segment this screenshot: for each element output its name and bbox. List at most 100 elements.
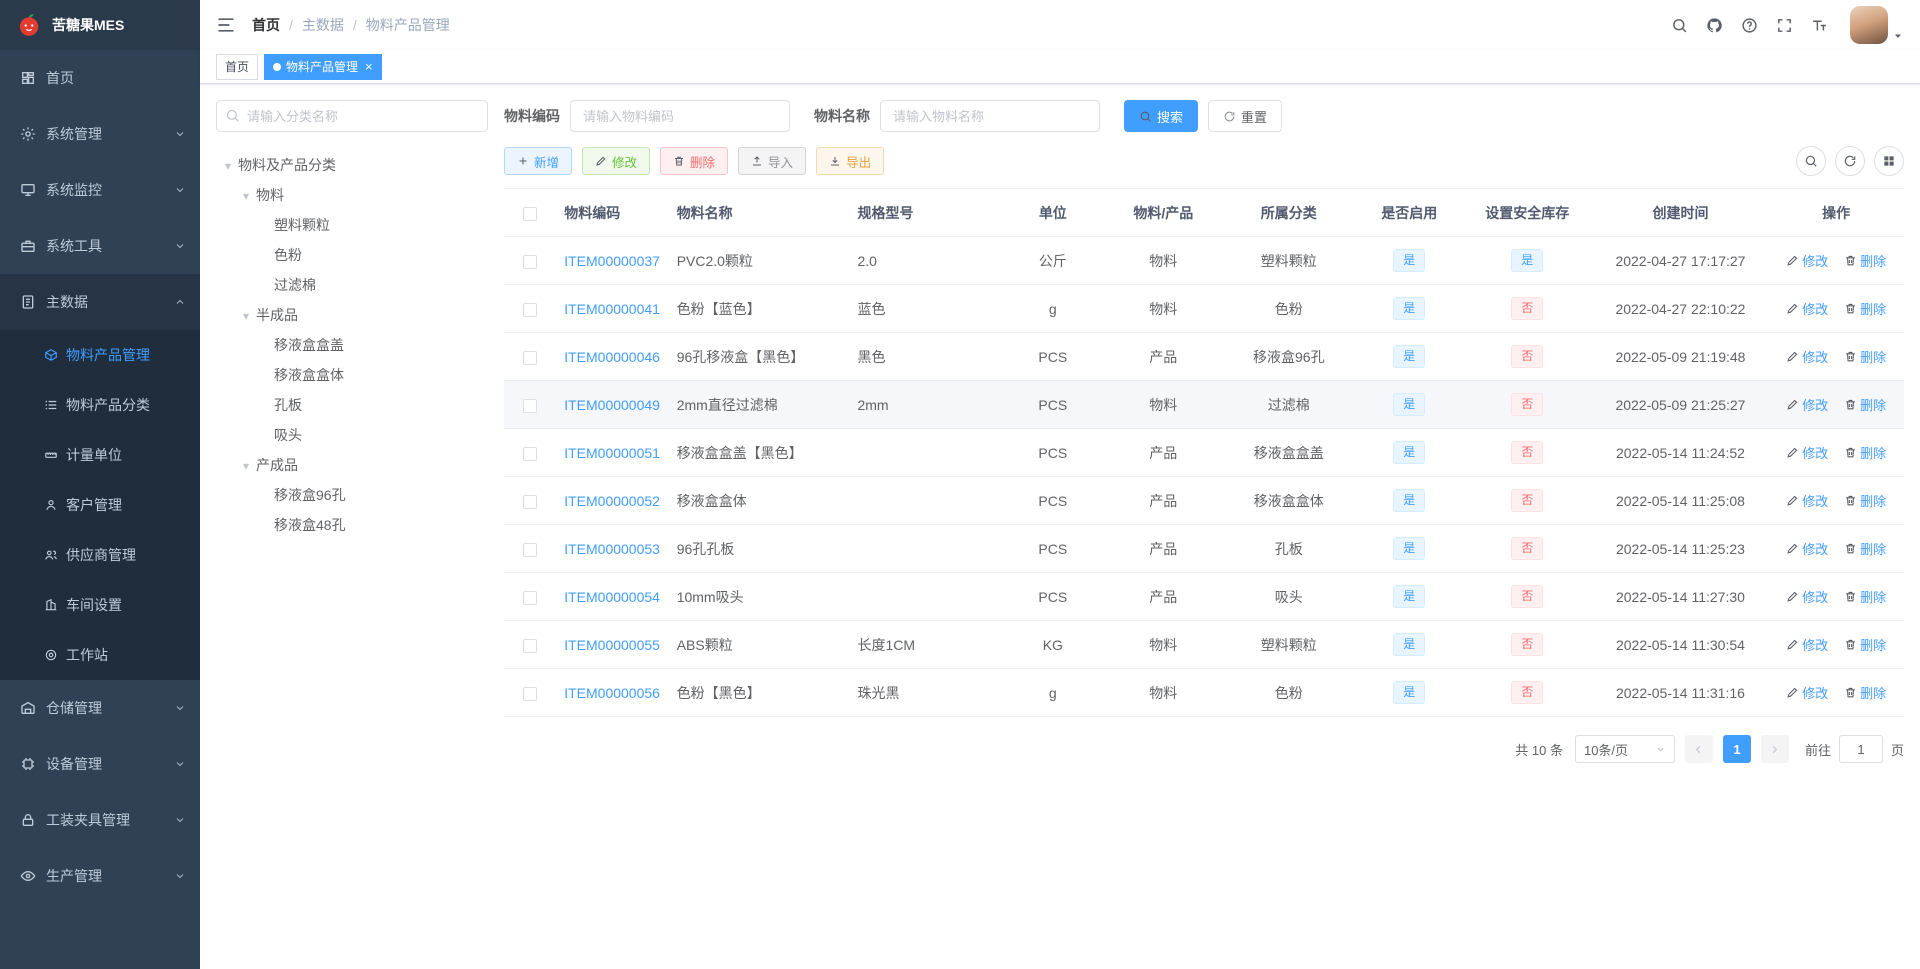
- sidebar-item-customer-management[interactable]: 客户管理: [0, 480, 200, 530]
- app-logo[interactable]: 苦糖果MES: [0, 0, 200, 50]
- tree-node-semi-finished[interactable]: 半成品: [216, 300, 488, 330]
- export-button[interactable]: 导出: [816, 147, 885, 175]
- search-button[interactable]: 搜索: [1124, 100, 1199, 132]
- delete-link[interactable]: 删除: [1844, 539, 1886, 558]
- hamburger-icon[interactable]: [216, 15, 236, 35]
- tree-node-plate[interactable]: 孔板: [216, 390, 488, 420]
- tree-node-plastic-pellet[interactable]: 塑料颗粒: [216, 210, 488, 240]
- sidebar-item-equipment-management[interactable]: 设备管理: [0, 736, 200, 792]
- sidebar-item-system-tools[interactable]: 系统工具: [0, 218, 200, 274]
- prev-page-button[interactable]: [1684, 735, 1713, 763]
- material-code-link[interactable]: ITEM00000056: [564, 685, 660, 701]
- next-page-button[interactable]: [1760, 735, 1789, 763]
- sidebar-item-production-management[interactable]: 生产管理: [0, 848, 200, 904]
- sidebar-item-material-product-management[interactable]: 物料产品管理: [0, 330, 200, 380]
- search-icon[interactable]: [1671, 17, 1688, 34]
- sidebar-item-supplier-management[interactable]: 供应商管理: [0, 530, 200, 580]
- delete-link[interactable]: 删除: [1844, 395, 1886, 414]
- edit-link[interactable]: 修改: [1786, 491, 1828, 510]
- material-code-link[interactable]: ITEM00000055: [564, 637, 660, 653]
- delete-link[interactable]: 删除: [1844, 443, 1886, 462]
- tree-node-pipette-box-96[interactable]: 移液盒96孔: [216, 480, 488, 510]
- material-code-link[interactable]: ITEM00000054: [564, 589, 660, 605]
- tree-node-pigment[interactable]: 色粉: [216, 240, 488, 270]
- tree-node-pipette-box-48[interactable]: 移液盒48孔: [216, 510, 488, 540]
- edit-link[interactable]: 修改: [1786, 539, 1828, 558]
- sidebar-item-master-data[interactable]: 主数据: [0, 274, 200, 330]
- delete-link[interactable]: 删除: [1844, 587, 1886, 606]
- edit-link[interactable]: 修改: [1786, 299, 1828, 318]
- material-code-link[interactable]: ITEM00000051: [564, 445, 660, 461]
- edit-link[interactable]: 修改: [1786, 347, 1828, 366]
- sidebar-item-measurement-unit[interactable]: 计量单位: [0, 430, 200, 480]
- material-code-input[interactable]: [570, 100, 790, 132]
- reset-button[interactable]: 重置: [1208, 100, 1283, 132]
- material-code-link[interactable]: ITEM00000037: [564, 253, 660, 269]
- row-checkbox[interactable]: [523, 254, 538, 269]
- edit-link[interactable]: 修改: [1786, 251, 1828, 270]
- sidebar-item-fixture-management[interactable]: 工装夹具管理: [0, 792, 200, 848]
- sidebar-item-workstation[interactable]: 工作站: [0, 630, 200, 680]
- page-number-1[interactable]: 1: [1722, 735, 1751, 763]
- sidebar-item-warehouse-management[interactable]: 仓储管理: [0, 680, 200, 736]
- help-icon[interactable]: [1741, 17, 1758, 34]
- material-code-link[interactable]: ITEM00000052: [564, 493, 660, 509]
- refresh-button[interactable]: [1835, 146, 1865, 176]
- delete-link[interactable]: 删除: [1844, 635, 1886, 654]
- edit-link[interactable]: 修改: [1786, 683, 1828, 702]
- close-tab-icon[interactable]: [365, 60, 373, 73]
- breadcrumb-home[interactable]: 首页: [252, 15, 280, 35]
- row-checkbox[interactable]: [523, 590, 538, 605]
- sidebar-item-system-management[interactable]: 系统管理: [0, 106, 200, 162]
- row-checkbox[interactable]: [523, 542, 538, 557]
- material-code-link[interactable]: ITEM00000046: [564, 349, 660, 365]
- search-toggle-button[interactable]: [1796, 146, 1826, 176]
- edit-link[interactable]: 修改: [1786, 635, 1828, 654]
- github-icon[interactable]: [1706, 17, 1723, 34]
- tree-node-finished[interactable]: 产成品: [216, 450, 488, 480]
- delete-link[interactable]: 删除: [1844, 491, 1886, 510]
- row-checkbox[interactable]: [523, 494, 538, 509]
- sidebar-item-home[interactable]: 首页: [0, 50, 200, 106]
- tree-node-material[interactable]: 物料: [216, 180, 488, 210]
- row-checkbox[interactable]: [523, 302, 538, 317]
- tab-material-product-management[interactable]: 物料产品管理: [264, 53, 382, 80]
- edit-button[interactable]: 修改: [582, 147, 651, 175]
- delete-link[interactable]: 删除: [1844, 347, 1886, 366]
- tree-node-pipette-box-lid[interactable]: 移液盒盒盖: [216, 330, 488, 360]
- tab-home[interactable]: 首页: [216, 53, 259, 80]
- add-button[interactable]: 新增: [504, 147, 573, 175]
- tree-node-pipette-box-body[interactable]: 移液盒盒体: [216, 360, 488, 390]
- sidebar-item-material-product-category[interactable]: 物料产品分类: [0, 380, 200, 430]
- delete-link[interactable]: 删除: [1844, 299, 1886, 318]
- delete-button[interactable]: 删除: [660, 147, 729, 175]
- font-size-icon[interactable]: [1811, 17, 1828, 34]
- edit-link[interactable]: 修改: [1786, 395, 1828, 414]
- material-code-link[interactable]: ITEM00000049: [564, 397, 660, 413]
- tree-node-tip[interactable]: 吸头: [216, 420, 488, 450]
- row-checkbox[interactable]: [523, 686, 538, 701]
- category-search-input[interactable]: [216, 100, 488, 132]
- row-checkbox[interactable]: [523, 350, 538, 365]
- material-code-link[interactable]: ITEM00000053: [564, 541, 660, 557]
- delete-link[interactable]: 删除: [1844, 683, 1886, 702]
- select-all-checkbox[interactable]: [523, 206, 538, 221]
- tree-node-root[interactable]: 物料及产品分类: [216, 150, 488, 180]
- row-checkbox[interactable]: [523, 638, 538, 653]
- row-checkbox[interactable]: [523, 446, 538, 461]
- edit-link[interactable]: 修改: [1786, 443, 1828, 462]
- tree-node-filter-cotton[interactable]: 过滤棉: [216, 270, 488, 300]
- row-checkbox[interactable]: [523, 398, 538, 413]
- column-settings-button[interactable]: [1874, 146, 1904, 176]
- sidebar-item-workshop-settings[interactable]: 车间设置: [0, 580, 200, 630]
- sidebar-item-system-monitor[interactable]: 系统监控: [0, 162, 200, 218]
- fullscreen-icon[interactable]: [1776, 17, 1793, 34]
- user-menu[interactable]: [1850, 6, 1904, 44]
- page-size-select[interactable]: 10条/页: [1574, 735, 1675, 763]
- material-name-input[interactable]: [880, 100, 1100, 132]
- material-code-link[interactable]: ITEM00000041: [564, 301, 660, 317]
- delete-link[interactable]: 删除: [1844, 251, 1886, 270]
- edit-link[interactable]: 修改: [1786, 587, 1828, 606]
- import-button[interactable]: 导入: [738, 147, 807, 175]
- goto-page-input[interactable]: [1838, 735, 1883, 763]
